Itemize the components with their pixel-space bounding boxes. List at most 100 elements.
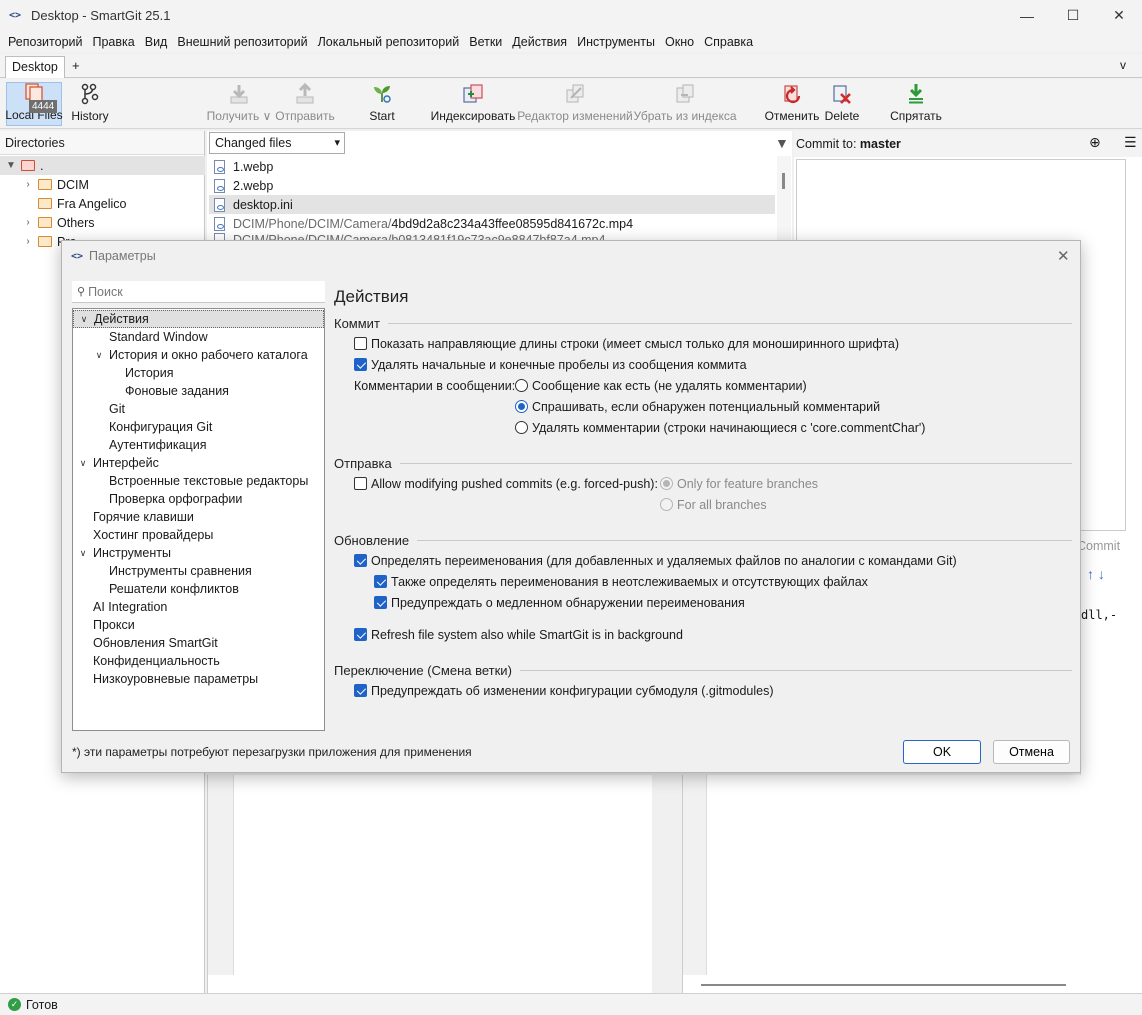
nav-item[interactable]: Решатели конфликтов [73, 580, 324, 598]
tab-desktop[interactable]: Desktop [5, 56, 65, 78]
nav-item[interactable]: Горячие клавиши [73, 508, 324, 526]
nav-item[interactable]: Инструменты сравнения [73, 562, 324, 580]
chevron-right-icon[interactable]: › [22, 179, 34, 190]
directory-root[interactable]: ▼ . [0, 156, 205, 175]
unstage-button[interactable]: Убрать из индекса [634, 82, 737, 126]
checkbox[interactable] [354, 628, 367, 641]
only-feature-branches-radio[interactable]: Only for feature branches [660, 474, 818, 493]
detect-renames-checkbox[interactable]: Определять переименования (для добавленн… [354, 551, 957, 570]
start-button[interactable]: Start [364, 82, 400, 126]
radio-button[interactable] [660, 477, 673, 490]
tab-list-dropdown[interactable]: v [1120, 58, 1126, 72]
local-files-button[interactable]: 4444 Local Files [5, 82, 63, 126]
nav-item[interactable]: Standard Window [73, 328, 324, 346]
file-row[interactable]: DCIM/Phone/DCIM/Camera/4bd9d2a8c234a43ff… [209, 214, 775, 233]
menu-remote[interactable]: Внешний репозиторий [172, 35, 312, 49]
allow-modify-pushed-checkbox[interactable]: Allow modifying pushed commits (e.g. for… [354, 474, 658, 493]
menu-edit[interactable]: Правка [88, 35, 140, 49]
filter-icon[interactable]: ▼ [775, 135, 789, 151]
cancel-button[interactable]: Отмена [993, 740, 1070, 764]
minimize-button[interactable]: — [1004, 0, 1050, 31]
history-button[interactable]: History [68, 82, 112, 126]
chevron-down-icon[interactable]: ∨ [78, 314, 90, 325]
ok-button[interactable]: OK [903, 740, 981, 764]
nav-item[interactable]: Фоновые задания [73, 382, 324, 400]
show-guides-checkbox[interactable]: Показать направляющие длины строки (имее… [354, 334, 899, 353]
refresh-background-checkbox[interactable]: Refresh file system also while SmartGit … [354, 625, 683, 644]
menu-window[interactable]: Окно [660, 35, 699, 49]
menu-tools[interactable]: Инструменты [572, 35, 660, 49]
pull-button[interactable]: Получить ∨ [206, 82, 272, 126]
checkbox[interactable] [354, 358, 367, 371]
menu-actions[interactable]: Действия [507, 35, 572, 49]
scrollbar-thumb[interactable] [782, 173, 785, 189]
nav-item[interactable]: AI Integration [73, 598, 324, 616]
delete-button[interactable]: Delete [823, 82, 861, 126]
directory-item[interactable]: › DCIM [0, 175, 205, 194]
chevron-down-icon[interactable]: ∨ [77, 548, 89, 559]
file-row[interactable]: 1.webp [209, 157, 775, 176]
arrow-up-icon[interactable]: ↑ [1087, 566, 1094, 582]
checkbox[interactable] [354, 684, 367, 697]
add-tab-button[interactable]: + [72, 58, 80, 73]
comments-remove-radio[interactable]: Удалять комментарии (строки начинающиеся… [515, 418, 925, 437]
horizontal-scrollbar[interactable] [222, 978, 652, 992]
discard-button[interactable]: Отменить [763, 82, 821, 126]
nav-item[interactable]: Конфигурация Git [73, 418, 324, 436]
directory-item[interactable]: Fra Angelico [0, 194, 205, 213]
comments-keep-radio[interactable]: Сообщение как есть (не удалять комментар… [515, 376, 807, 395]
warn-slow-rename-checkbox[interactable]: Предупреждать о медленном обнаружении пе… [374, 593, 745, 612]
all-branches-radio[interactable]: For all branches [660, 495, 767, 514]
files-view-selector[interactable]: Changed files ▾ [209, 132, 345, 154]
chevron-right-icon[interactable]: › [22, 217, 34, 228]
stage-button[interactable]: Индексировать [430, 82, 516, 126]
chevron-right-icon[interactable]: › [22, 236, 34, 247]
checkbox[interactable] [354, 477, 367, 490]
nav-item[interactable]: ∨ Действия [73, 310, 324, 328]
maximize-button[interactable]: ☐ [1050, 0, 1096, 31]
commit-button[interactable]: Commit [1077, 539, 1120, 553]
nav-item[interactable]: ∨ История и окно рабочего каталога [73, 346, 324, 364]
navigation-arrows[interactable]: ↑ ↓ [1087, 566, 1105, 582]
arrow-down-icon[interactable]: ↓ [1098, 566, 1105, 582]
directory-item[interactable]: › Others [0, 213, 205, 232]
horizontal-scrollbar-thumb[interactable] [701, 984, 1066, 986]
files-scrollbar[interactable] [777, 156, 791, 241]
menu-branches[interactable]: Ветки [464, 35, 507, 49]
trim-spaces-checkbox[interactable]: Удалять начальные и конечные пробелы из … [354, 355, 747, 374]
radio-button[interactable] [515, 421, 528, 434]
checkbox[interactable] [374, 575, 387, 588]
nav-item[interactable]: Низкоуровневые параметры [73, 670, 324, 688]
chevron-down-icon[interactable]: ▼ [5, 160, 17, 171]
comments-ask-radio[interactable]: Спрашивать, если обнаружен потенциальный… [515, 397, 880, 416]
close-icon[interactable]: ✕ [1057, 247, 1070, 265]
chevron-down-icon[interactable]: ∨ [93, 350, 105, 361]
nav-item[interactable]: Аутентификация [73, 436, 324, 454]
nav-item[interactable]: ∨ Инструменты [73, 544, 324, 562]
nav-item[interactable]: ∨ Интерфейс [73, 454, 324, 472]
stash-button[interactable]: Спрятать [888, 82, 944, 126]
nav-item[interactable]: Встроенные текстовые редакторы [73, 472, 324, 490]
chevron-down-icon[interactable]: ∨ [77, 458, 89, 469]
radio-button[interactable] [515, 400, 528, 413]
radio-button[interactable] [515, 379, 528, 392]
file-row[interactable]: 2.webp [209, 176, 775, 195]
nav-item[interactable]: Проверка орфографии [73, 490, 324, 508]
nav-item[interactable]: Конфиденциальность [73, 652, 324, 670]
warn-submodule-checkbox[interactable]: Предупреждать об изменении конфигурации … [354, 681, 774, 700]
menu-view[interactable]: Вид [140, 35, 173, 49]
checkbox[interactable] [354, 337, 367, 350]
push-button[interactable]: Отправить [274, 82, 336, 126]
nav-item[interactable]: Хостинг провайдеры [73, 526, 324, 544]
hamburger-menu-icon[interactable]: ☰ [1124, 134, 1137, 151]
menu-local[interactable]: Локальный репозиторий [313, 35, 465, 49]
change-editor-button[interactable]: Редактор изменений [517, 82, 633, 126]
file-row[interactable]: desktop.ini [209, 195, 775, 214]
radio-button[interactable] [660, 498, 673, 511]
checkbox[interactable] [374, 596, 387, 609]
nav-item[interactable]: Обновления SmartGit [73, 634, 324, 652]
checkbox[interactable] [354, 554, 367, 567]
preferences-search-input[interactable]: ⚲ Поиск [72, 281, 325, 303]
close-window-button[interactable]: ✕ [1096, 0, 1142, 31]
nav-item[interactable]: Прокси [73, 616, 324, 634]
